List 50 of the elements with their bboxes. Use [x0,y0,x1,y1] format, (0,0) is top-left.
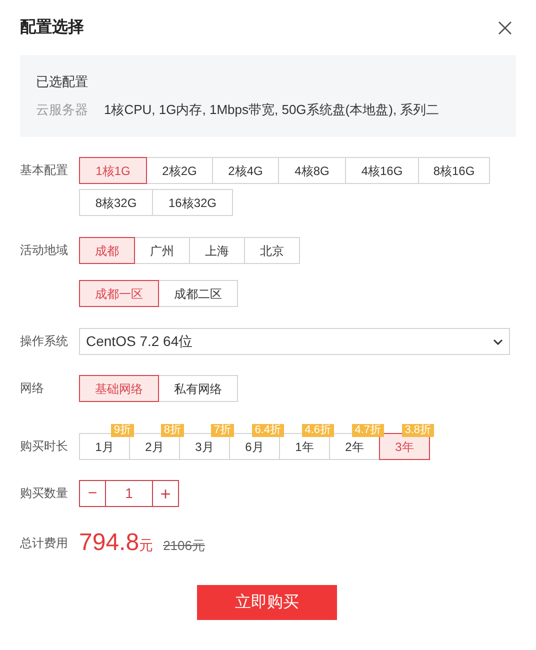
option-button[interactable]: 成都二区 [158,280,238,307]
option-button[interactable]: 成都一区 [79,280,159,307]
option-button[interactable]: 2核2G [146,157,213,184]
plus-button[interactable]: + [152,481,178,506]
option-button[interactable]: 基础网络 [79,375,159,402]
field-label: 操作系统 [20,333,69,350]
field-label: 购买数量 [20,485,69,502]
option-button[interactable]: 2月 [129,433,180,460]
discount-badge: 9折 [110,424,134,437]
summary-heading: 已选配置 [36,73,89,91]
quantity-value: 1 [124,484,134,503]
option-button[interactable]: 3月 [179,433,230,460]
os-select[interactable]: CentOS 7.2 64位 [79,328,510,355]
minus-button[interactable]: − [80,481,106,506]
option-button[interactable]: 成都 [79,237,135,264]
discount-badge: 3.8折 [402,424,434,437]
close-icon[interactable] [498,21,512,35]
select-value: CentOS 7.2 64位 [86,332,193,351]
total-price: 794.8 [79,528,140,558]
field-label: 基本配置 [20,162,69,179]
discount-badge: 7折 [210,424,234,437]
option-button[interactable]: 私有网络 [158,375,238,402]
discount-badge: 4.6折 [302,424,334,437]
field-label: 网络 [20,380,45,397]
option-button[interactable]: 广州 [134,237,190,264]
dialog-title: 配置选择 [20,18,84,38]
option-button[interactable]: 4核8G [278,157,346,184]
option-button[interactable]: 8核16G [418,157,490,184]
option-button[interactable]: 北京 [244,237,300,264]
field-label: 总计费用 [20,535,69,552]
chevron-down-icon [493,338,503,344]
option-button[interactable]: 上海 [189,237,245,264]
discount-badge: 4.7折 [352,424,384,437]
option-button[interactable]: 16核32G [152,189,233,216]
option-button[interactable]: 2核4G [212,157,279,184]
field-label: 购买时长 [20,438,69,455]
summary-value: 1核CPU, 1G内存, 1Mbps带宽, 50G系统盘(本地盘), 系列二 [104,100,440,119]
price-unit: 元 [139,536,154,555]
original-price: 2106元 [163,537,205,555]
option-button[interactable]: 3年 [379,433,430,460]
summary-label: 云服务器 [36,100,88,118]
field-label: 活动地域 [20,242,69,259]
option-button[interactable]: 1核1G [79,157,147,184]
discount-badge: 8折 [160,424,184,437]
option-button[interactable]: 8核32G [79,189,153,216]
option-button[interactable]: 6月 [229,433,280,460]
option-button[interactable]: 1月 [79,433,130,460]
option-button[interactable]: 4核16G [345,157,419,184]
discount-badge: 6.4折 [252,424,284,437]
buy-button[interactable]: 立即购买 [197,585,337,620]
